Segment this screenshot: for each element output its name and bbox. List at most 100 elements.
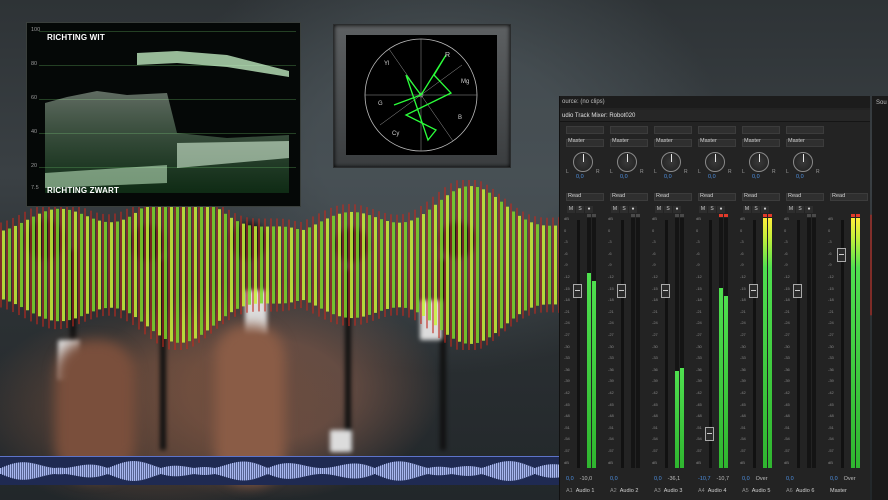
track-input-dropdown[interactable] [786,126,824,134]
pan-left-label: L [610,169,613,175]
volume-value[interactable]: -10,7 [698,476,711,482]
timeline-wave-sample [216,467,218,475]
clip-indicator[interactable] [807,214,811,217]
track-name[interactable]: Audio 6 [796,488,815,494]
clip-indicator[interactable] [675,214,679,217]
pan-knob[interactable] [793,152,813,172]
timeline-wave-sample [304,465,306,477]
timeline-wave-sample [316,467,318,475]
pan-knob[interactable] [573,152,593,172]
pan-knob[interactable] [661,152,681,172]
glow-wave-body [554,225,557,305]
clip-indicator[interactable] [724,214,728,217]
record-button[interactable]: ● [805,206,813,213]
volume-fader-handle[interactable] [661,284,670,299]
clip-indicator[interactable] [631,214,635,217]
mute-button[interactable]: M [699,206,707,213]
track-input-dropdown[interactable] [698,126,736,134]
timeline-wave-sample [124,462,126,480]
pan-value[interactable]: 0,0 [664,174,672,180]
timeline-wave-sample [228,464,230,478]
glow-wave-peak [378,211,380,319]
volume-value[interactable]: 0,0 [830,476,838,482]
clip-indicator[interactable] [768,214,772,217]
track-input-dropdown[interactable] [610,126,648,134]
volume-value[interactable]: 0,0 [610,476,618,482]
volume-value[interactable]: 0,0 [654,476,662,482]
automation-mode-label: Read [568,193,582,199]
volume-fader-handle[interactable] [793,284,802,299]
solo-button[interactable]: S [752,206,760,213]
volume-fader-handle[interactable] [617,284,626,299]
track-name[interactable]: Audio 4 [708,488,727,494]
pan-value[interactable]: 0,0 [576,174,584,180]
adjacent-panel-tab[interactable]: Sou [876,100,887,106]
solo-button[interactable]: S [708,206,716,213]
volume-value[interactable]: 0,0 [786,476,794,482]
timeline-wave-sample [362,464,364,478]
glow-wave-body [326,218,329,312]
record-button[interactable]: ● [585,206,593,213]
track-buttons: M S ● [787,206,814,213]
timeline-wave-sample [324,467,326,475]
track-name[interactable]: Audio 3 [664,488,683,494]
track-input-dropdown[interactable] [566,126,604,134]
record-button[interactable]: ● [761,206,769,213]
volume-fader-handle[interactable] [749,284,758,299]
mute-button[interactable]: M [743,206,751,213]
track-name[interactable]: Audio 2 [620,488,639,494]
mute-button[interactable]: M [787,206,795,213]
clip-indicator[interactable] [719,214,723,217]
clip-indicator[interactable] [592,214,596,217]
volume-fader-handle[interactable] [837,247,846,262]
track-output-label: Master [612,138,629,144]
mute-button[interactable]: M [611,206,619,213]
clip-indicator[interactable] [636,214,640,217]
volume-fader-handle[interactable] [705,427,714,441]
track-channel-a6: Master L R 0,0 Read M S ● dB 0 -3 -6 -9 -12 -15 -18 -21-… [783,126,824,500]
pan-value[interactable]: 0,0 [620,174,628,180]
mute-button[interactable]: M [655,206,663,213]
pan-knob[interactable] [705,152,725,172]
glow-wave-body [104,221,107,309]
timeline-wave-sample [354,463,356,479]
track-input-dropdown[interactable] [654,126,692,134]
timeline-wave-sample [26,462,28,480]
record-button[interactable]: ● [673,206,681,213]
tab-source-monitor[interactable]: ource: (no clips) [560,96,870,108]
solo-button[interactable]: S [576,206,584,213]
volume-value[interactable]: 0,0 [742,476,750,482]
timeline-wave-sample [458,466,460,476]
timeline-wave-sample [292,463,294,479]
glow-wave-peak [0,222,2,308]
solo-button[interactable]: S [664,206,672,213]
solo-button[interactable]: S [620,206,628,213]
track-output-label: Master [700,138,717,144]
solo-button[interactable]: S [796,206,804,213]
volume-fader-handle[interactable] [573,284,582,299]
timeline-wave-sample [290,463,292,479]
track-name[interactable]: Audio 5 [752,488,771,494]
pan-knob[interactable] [617,152,637,172]
timeline-wave-sample [280,463,282,479]
clip-indicator[interactable] [851,214,855,217]
track-input-dropdown[interactable] [742,126,780,134]
pan-value[interactable]: 0,0 [796,174,804,180]
record-button[interactable]: ● [717,206,725,213]
track-name[interactable]: Master [830,488,847,494]
timeline-wave-sample [406,462,408,480]
record-button[interactable]: ● [629,206,637,213]
volume-value[interactable]: 0,0 [566,476,574,482]
clip-indicator[interactable] [763,214,767,217]
track-name[interactable]: Audio 1 [576,488,595,494]
pan-value[interactable]: 0,0 [708,174,716,180]
pan-knob[interactable] [749,152,769,172]
clip-indicator[interactable] [587,214,591,217]
clip-indicator[interactable] [680,214,684,217]
tab-audio-track-mixer[interactable]: udio Track Mixer: Robot020 [560,110,870,122]
clip-indicator[interactable] [856,214,860,217]
clip-indicator[interactable] [812,214,816,217]
glow-wave-peak [456,180,458,350]
pan-value[interactable]: 0,0 [752,174,760,180]
mute-button[interactable]: M [567,206,575,213]
